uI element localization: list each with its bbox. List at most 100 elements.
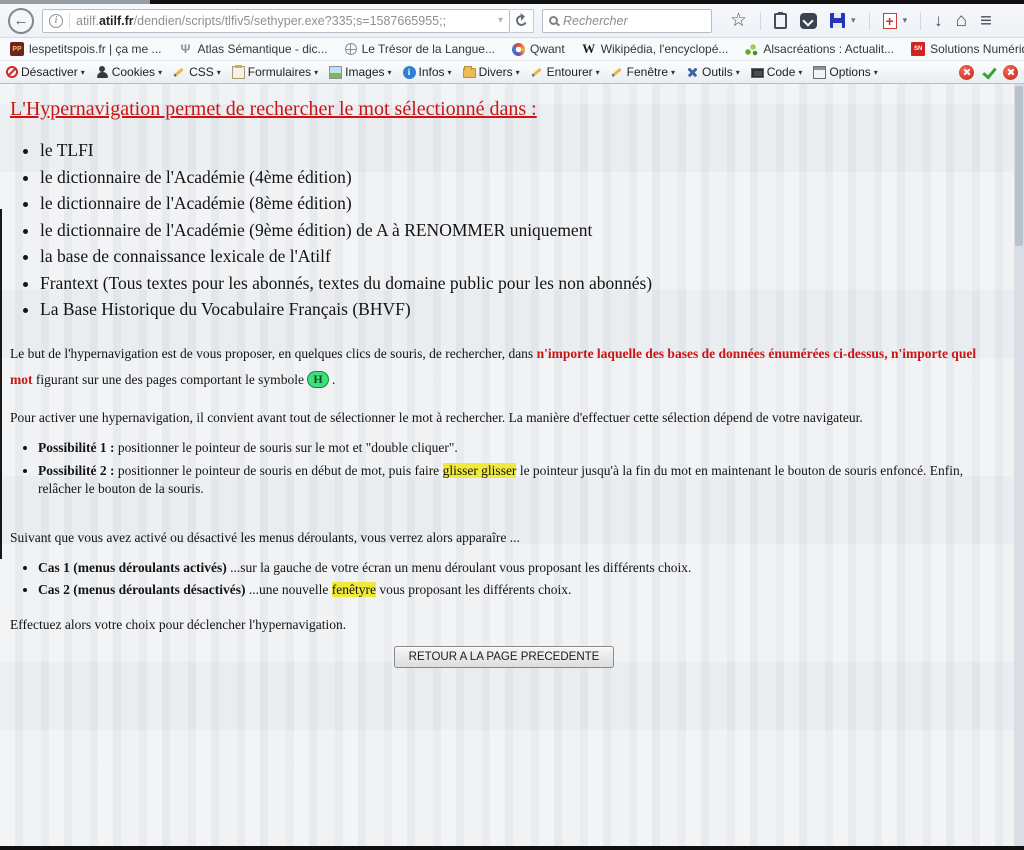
chevron-down-icon: ▾	[874, 68, 878, 77]
possibilities-list: Possibilité 1 : positionner le pointeur …	[38, 439, 998, 499]
chevron-down-icon: ▾	[81, 68, 85, 77]
search-input[interactable]	[563, 14, 693, 28]
window-top-edge-right	[150, 0, 1024, 4]
url-bar[interactable]: i atilf.atilf.fr/dendien/scripts/tlfiv5/…	[42, 9, 510, 33]
frame-border-line	[0, 209, 2, 559]
page-info-icon[interactable]: i	[49, 14, 63, 28]
chevron-down-icon: ▾	[736, 68, 740, 77]
list-item-cas-1: Cas 1 (menus déroulants activés) ...sur …	[38, 559, 998, 578]
solutions-numeriques-favicon: SN	[911, 42, 925, 56]
chevron-down-icon: ▾	[217, 68, 221, 77]
devbar-item-css[interactable]: CSS▾	[173, 65, 221, 79]
database-list: le TLFI le dictionnaire de l'Académie (4…	[40, 141, 998, 319]
highlighted-text: glisser glisser	[443, 463, 517, 478]
downloads-button[interactable]: ↓	[934, 12, 943, 29]
list-item: Frantext (Tous textes pour les abonnés, …	[40, 274, 998, 293]
alsacreations-favicon	[745, 43, 758, 56]
pencil-icon	[173, 66, 186, 79]
bookmark-wikipedia[interactable]: WWikipédia, l'encyclopé...	[582, 42, 729, 56]
save-icon	[830, 13, 845, 28]
navigation-toolbar: ← i atilf.atilf.fr/dendien/scripts/tlfiv…	[0, 4, 1024, 38]
addon-button[interactable]	[883, 13, 897, 29]
scrollbar-thumb[interactable]	[1015, 86, 1023, 246]
vertical-scrollbar[interactable]	[1014, 84, 1024, 848]
devbar-item-entourer[interactable]: Entourer▾	[531, 65, 600, 79]
pocket-button[interactable]	[800, 13, 817, 29]
window-top-edge	[0, 0, 1024, 4]
pencil-icon	[531, 66, 544, 79]
atlas-favicon: Ψ	[179, 42, 193, 56]
devbar-item-desactiver[interactable]: Désactiver▾	[6, 65, 85, 79]
save-page-button[interactable]	[830, 13, 845, 28]
url-dropdown-icon[interactable]: ▾	[498, 15, 503, 26]
reload-icon	[514, 13, 528, 27]
devbar-item-images[interactable]: Images▾	[329, 65, 391, 79]
addon-cross-icon	[883, 13, 897, 29]
bookmark-alsacreations[interactable]: Alsacréations : Actualit...	[745, 42, 894, 56]
bookmark-solutions-numeriques[interactable]: SNSolutions Numériques ...	[911, 42, 1024, 56]
list-item-possibilite-1: Possibilité 1 : positionner le pointeur …	[38, 439, 998, 458]
devbar-status	[959, 65, 1018, 80]
list-item-possibilite-2: Possibilité 2 : positionner le pointeur …	[38, 462, 998, 499]
toolbar-divider	[869, 12, 870, 30]
page-content: L'Hypernavigation permet de rechercher l…	[0, 84, 1024, 848]
bookmarks-sidebar-button[interactable]	[774, 13, 787, 29]
url-text[interactable]: atilf.atilf.fr/dendien/scripts/tlfiv5/se…	[76, 14, 492, 28]
home-icon: ⌂	[956, 11, 967, 30]
home-button[interactable]: ⌂	[956, 11, 967, 30]
pencil-icon	[611, 66, 624, 79]
pocket-icon	[800, 13, 817, 29]
bookmark-lespetitspois[interactable]: PPlespetitspois.fr | ça me ...	[10, 42, 162, 56]
list-item: le TLFI	[40, 141, 998, 160]
toolbar-buttons: ☆ ▾ ▾ ↓ ⌂ ≡	[730, 11, 993, 31]
button-row: RETOUR A LA PAGE PRECEDENTE	[10, 646, 998, 668]
back-icon: ←	[14, 12, 29, 29]
url-domain: atilf.fr	[99, 14, 134, 28]
clipboard-icon	[774, 13, 787, 29]
retour-button[interactable]: RETOUR A LA PAGE PRECEDENTE	[394, 646, 615, 668]
toolbar-divider	[920, 12, 921, 30]
options-icon	[813, 66, 826, 79]
webdeveloper-toolbar: Désactiver▾ Cookies▾ CSS▾ Formulaires▾ I…	[0, 61, 1024, 84]
devbar-item-code[interactable]: Code▾	[751, 65, 803, 79]
menus-paragraph: Suivant que vous avez activé ou désactiv…	[10, 529, 998, 547]
error-icon[interactable]	[1003, 65, 1018, 80]
window-top-edge-left	[0, 0, 150, 4]
list-item: le dictionnaire de l'Académie (9ème édit…	[40, 221, 998, 240]
bookmarks-toolbar: PPlespetitspois.fr | ça me ... ΨAtlas Sé…	[0, 38, 1024, 61]
save-dropdown-icon[interactable]: ▾	[851, 15, 856, 26]
bookmark-star-button[interactable]: ☆	[730, 11, 747, 30]
hypernavigation-h-badge: H	[307, 371, 328, 388]
devbar-item-cookies[interactable]: Cookies▾	[96, 65, 162, 79]
star-icon: ☆	[730, 11, 747, 30]
folder-icon	[463, 68, 476, 78]
back-button[interactable]: ←	[8, 8, 34, 34]
list-item: le dictionnaire de l'Académie (4ème édit…	[40, 168, 998, 187]
window-bottom-edge	[0, 846, 1024, 850]
chevron-down-icon: ▾	[448, 68, 452, 77]
chevron-down-icon: ▾	[314, 68, 318, 77]
code-icon	[751, 68, 764, 78]
devbar-item-fenetre[interactable]: Fenêtre▾	[611, 65, 675, 79]
bookmark-atlas-semantique[interactable]: ΨAtlas Sémantique - dic...	[179, 42, 328, 56]
final-paragraph: Effectuez alors votre choix pour déclenc…	[10, 616, 998, 634]
devbar-item-options[interactable]: Options▾	[813, 65, 877, 79]
chevron-down-icon: ▾	[388, 68, 392, 77]
reload-button[interactable]	[510, 9, 534, 33]
hamburger-menu-icon: ≡	[980, 11, 993, 31]
activate-paragraph: Pour activer une hypernavigation, il con…	[10, 409, 998, 427]
search-bar[interactable]	[542, 9, 712, 33]
info-circle-icon: i	[403, 66, 416, 79]
menu-button[interactable]: ≡	[980, 11, 993, 31]
url-subdomain: atilf.	[76, 14, 99, 28]
devbar-item-divers[interactable]: Divers▾	[463, 65, 520, 79]
error-icon[interactable]	[959, 65, 974, 80]
bookmark-tresor-langue[interactable]: Le Trésor de la Langue...	[345, 42, 495, 56]
addon-dropdown-icon[interactable]: ▾	[903, 15, 908, 26]
devbar-item-infos[interactable]: iInfos▾	[403, 65, 452, 79]
chevron-down-icon: ▾	[158, 68, 162, 77]
bookmark-qwant[interactable]: Qwant	[512, 42, 565, 56]
valid-check-icon[interactable]	[981, 65, 996, 80]
devbar-item-outils[interactable]: Outils▾	[686, 65, 740, 79]
devbar-item-formulaires[interactable]: Formulaires▾	[232, 65, 318, 79]
